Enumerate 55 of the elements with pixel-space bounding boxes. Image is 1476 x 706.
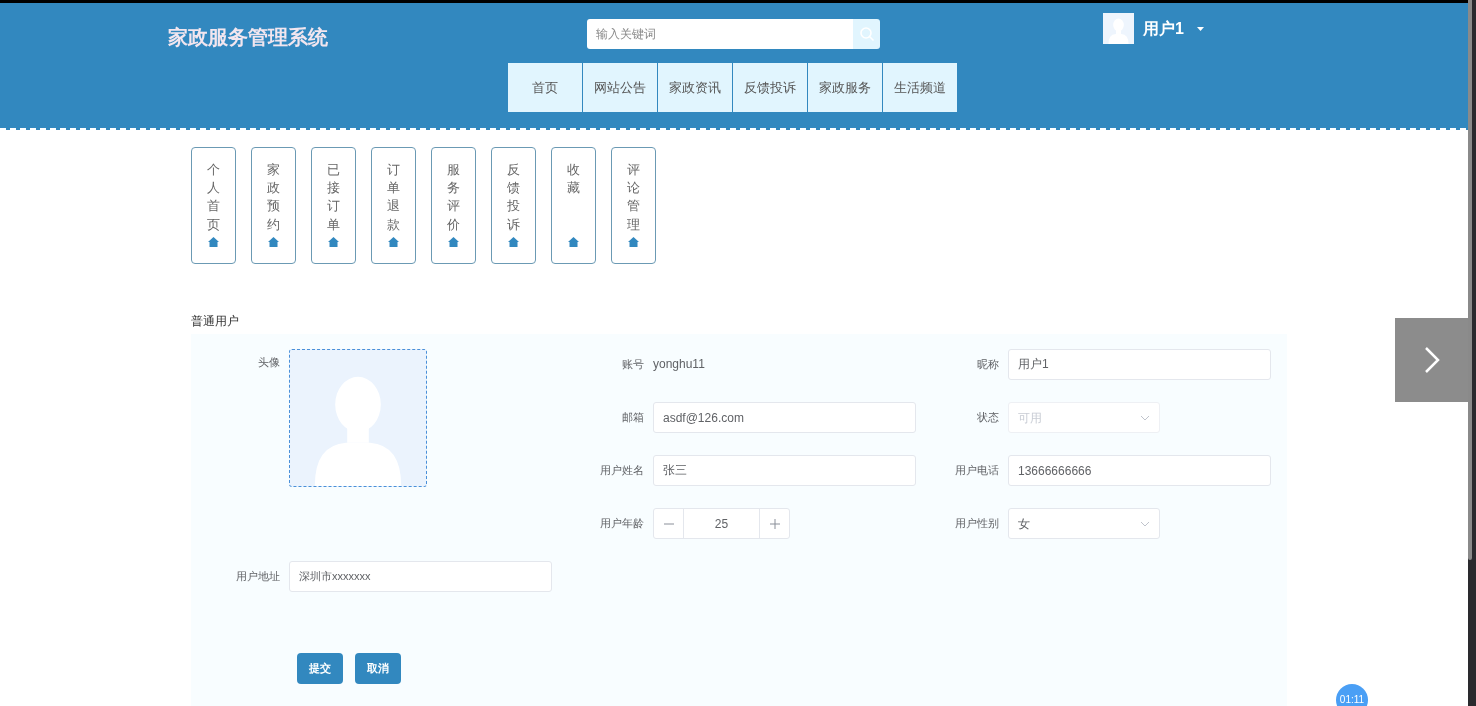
chevron-right-icon: [1423, 346, 1440, 374]
next-arrow-button[interactable]: [1395, 318, 1468, 402]
section-title: 普通用户: [191, 313, 240, 330]
nav-tab[interactable]: 生活频道: [883, 63, 957, 112]
address-field[interactable]: 深圳市xxxxxxx: [289, 561, 552, 592]
search-field[interactable]: 输入关键词: [587, 19, 853, 49]
house-icon: [268, 237, 279, 247]
field-label: 昵称: [976, 357, 999, 373]
nav-tab[interactable]: 反馈投诉: [733, 63, 807, 112]
input-field[interactable]: 13666666666: [1008, 455, 1271, 486]
nav-tab[interactable]: 家政资讯: [658, 63, 732, 112]
field-label: 用户性别: [954, 516, 999, 532]
nav-tab[interactable]: 首页: [508, 63, 582, 112]
house-icon: [568, 237, 579, 247]
input-field[interactable]: 用户1: [1008, 349, 1271, 380]
menu-card[interactable]: 个人首页: [191, 147, 236, 264]
house-icon: [628, 237, 639, 247]
nav-tab[interactable]: 家政服务: [808, 63, 882, 112]
field-label: 用户地址: [235, 569, 281, 585]
menu-card[interactable]: 评论管理: [611, 147, 656, 264]
menu-card[interactable]: 收藏: [551, 147, 596, 264]
menu-card[interactable]: 家政预约: [251, 147, 296, 264]
timer-badge: 01:11: [1336, 684, 1368, 706]
house-icon: [508, 237, 519, 247]
site-title: 家政服务管理系统: [168, 25, 329, 50]
house-icon: [388, 237, 399, 247]
field-label: 用户姓名: [599, 463, 644, 479]
form-button[interactable]: 取消: [355, 653, 401, 684]
caret-icon[interactable]: [1196, 26, 1204, 31]
input-field[interactable]: asdf@126.com: [653, 402, 916, 433]
number-value: 25: [713, 515, 730, 533]
house-icon: [328, 237, 339, 247]
menu-card[interactable]: 反馈投诉: [491, 147, 536, 264]
search-icon: [858, 26, 875, 42]
avatar-upload[interactable]: [289, 349, 427, 487]
user-avatar[interactable]: [1103, 13, 1134, 44]
menu-card[interactable]: 订单退款: [371, 147, 416, 264]
number-stepper[interactable]: 25: [653, 508, 790, 539]
house-icon: [448, 237, 459, 247]
user-name[interactable]: 用户1: [1143, 16, 1184, 41]
input-field[interactable]: 张三: [653, 455, 916, 486]
form-button[interactable]: 提交: [297, 653, 343, 684]
menu-card[interactable]: 已接订单: [311, 147, 356, 264]
field-label: 状态: [976, 410, 999, 426]
field-label: 用户年龄: [599, 516, 644, 532]
nav-tab[interactable]: 网站公告: [583, 63, 657, 112]
search-button[interactable]: [853, 19, 880, 49]
field-label: 用户电话: [954, 463, 999, 479]
account-value: yonghu11: [653, 357, 705, 371]
menu-card[interactable]: 服务评价: [431, 147, 476, 264]
field-label: 邮箱: [621, 410, 644, 426]
field-label: 账号: [621, 357, 644, 373]
house-icon: [208, 237, 219, 247]
select-field[interactable]: 女: [1008, 508, 1160, 539]
field-label: 头像: [257, 355, 281, 370]
